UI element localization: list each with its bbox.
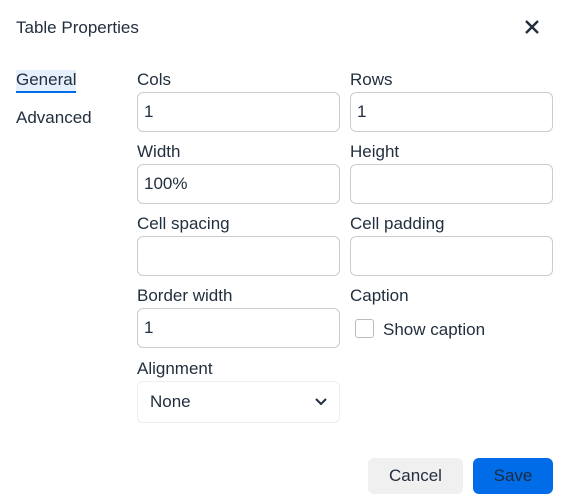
show-caption-label[interactable]: Show caption <box>383 320 485 340</box>
cell-padding-label: Cell padding <box>350 214 445 233</box>
width-label: Width <box>137 142 181 161</box>
rows-label: Rows <box>350 70 393 89</box>
close-button[interactable] <box>521 16 543 38</box>
caption-label: Caption <box>350 286 409 305</box>
show-caption-checkbox[interactable] <box>355 319 374 338</box>
cell-spacing-input[interactable] <box>137 236 340 276</box>
height-input[interactable] <box>350 164 553 204</box>
cancel-button[interactable]: Cancel <box>368 458 463 494</box>
dialog-title: Table Properties <box>16 18 139 37</box>
cols-label: Cols <box>137 70 172 89</box>
chevron-down-icon <box>315 398 327 406</box>
tab-advanced[interactable]: Advanced <box>16 108 92 128</box>
tab-general[interactable]: General <box>16 70 77 93</box>
cell-spacing-label: Cell spacing <box>137 214 230 233</box>
close-icon <box>525 20 539 34</box>
width-input[interactable] <box>137 164 340 204</box>
save-button[interactable]: Save <box>473 458 553 494</box>
border-width-input[interactable] <box>137 308 340 348</box>
height-label: Height <box>350 142 400 161</box>
alignment-label: Alignment <box>137 359 213 378</box>
border-width-label: Border width <box>137 286 233 305</box>
alignment-value: None <box>150 392 191 411</box>
alignment-select[interactable]: None <box>137 381 340 423</box>
rows-input[interactable] <box>350 92 553 132</box>
cols-input[interactable] <box>137 92 340 132</box>
cell-padding-input[interactable] <box>350 236 553 276</box>
